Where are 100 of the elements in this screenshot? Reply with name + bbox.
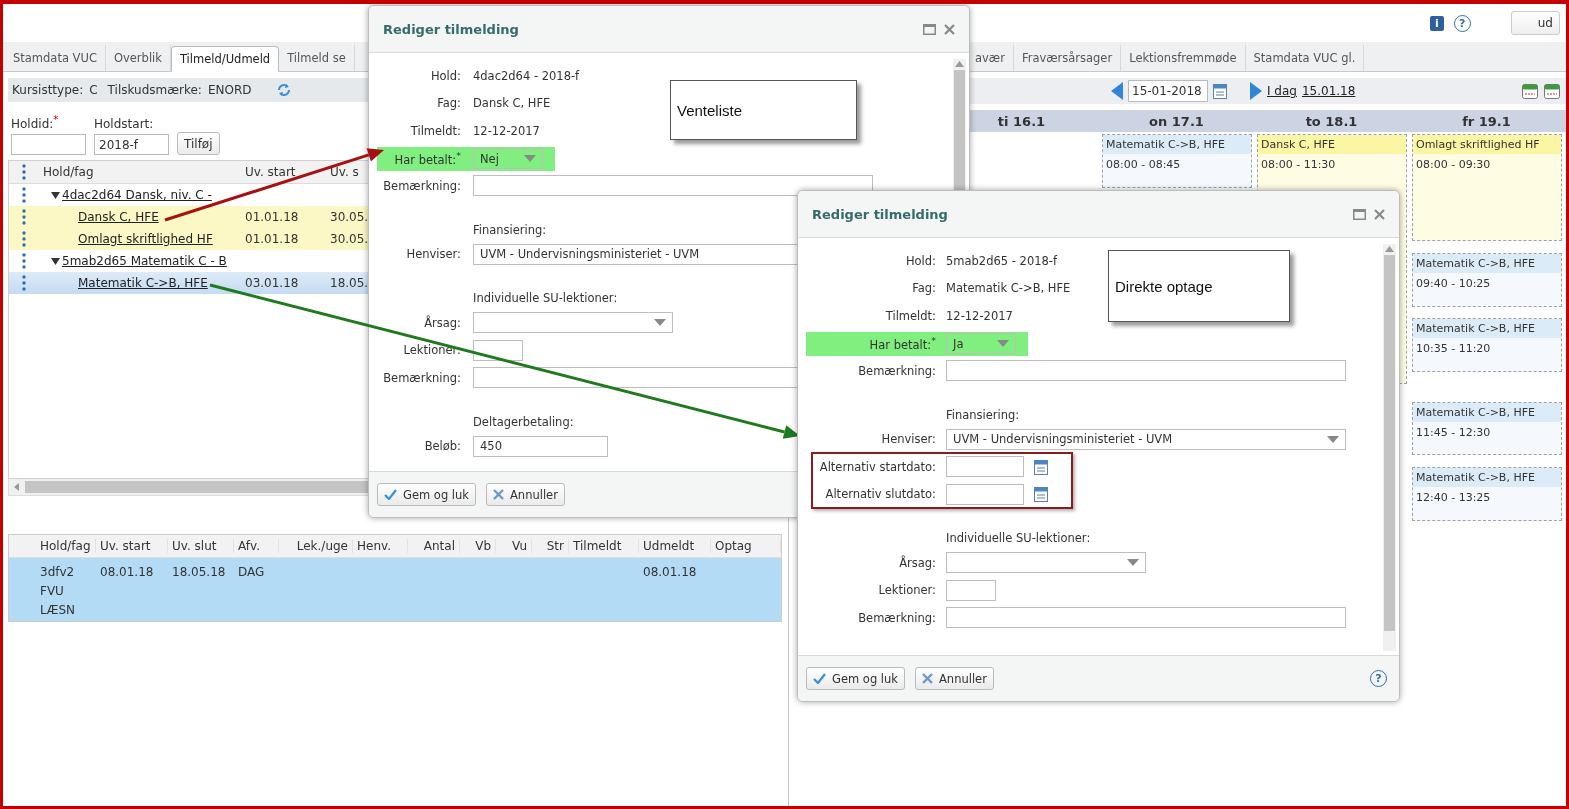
arrow-up-icon[interactable] — [1385, 246, 1394, 252]
dropdown[interactable]: UVM - Undervisningsministeriet - UVM — [946, 428, 1346, 450]
input-field[interactable] — [11, 134, 86, 155]
calendar-event[interactable]: Matematik C->B, HFE 11:45 - 12:30 — [1412, 401, 1562, 456]
column-header: Henv. — [353, 539, 408, 553]
input-field[interactable]: 2018-f — [94, 134, 169, 155]
today-link[interactable]: I dag — [1267, 84, 1297, 98]
field-label: Bemærkning: — [857, 363, 936, 378]
event-title: Matematik C->B, HFE — [1103, 135, 1251, 154]
section-heading: Finansiering: — [946, 407, 1020, 422]
input-field[interactable] — [946, 360, 1346, 382]
event-time: 10:35 - 11:20 — [1415, 341, 1492, 358]
field-label: Lektioner: — [877, 583, 936, 598]
dropdown[interactable] — [473, 312, 673, 334]
date-field[interactable]: 15-01-2018 — [1128, 80, 1208, 102]
refresh-icon[interactable] — [277, 83, 292, 97]
field-value: 4dac2d64 - 2018-f — [473, 68, 580, 83]
calendar-event[interactable]: Omlagt skriftlighed HF 08:00 - 09:30 — [1412, 134, 1562, 242]
previous-button[interactable] — [1111, 82, 1123, 100]
note-box: Direkte optage — [1108, 250, 1290, 322]
tab[interactable]: Lektionsfremmøde — [1121, 45, 1246, 71]
date-field[interactable] — [946, 456, 1024, 478]
field-label: Beløb: — [423, 439, 461, 454]
group-link[interactable]: 5mab2d65 Matematik C - B — [62, 254, 227, 268]
day-label: fr 19.1 — [1461, 113, 1512, 129]
group-link[interactable]: 4dac2d64 Dansk, niv. C - — [62, 188, 212, 202]
course-link[interactable]: Omlagt skriftlighed HF — [78, 232, 213, 246]
calendar-event[interactable]: Matematik C->B, HFE 10:35 - 11:20 — [1412, 318, 1562, 372]
caret-icon — [1327, 435, 1339, 443]
input-field[interactable] — [946, 607, 1346, 629]
calendar-event[interactable]: Matematik C->B, HFE 09:40 - 10:25 — [1412, 253, 1562, 307]
field-value: 5mab2d65 - 2018-f — [946, 253, 1058, 268]
calendar-icon[interactable] — [1544, 83, 1560, 99]
calendar-event[interactable]: Matematik C->B, HFE 12:40 - 13:25 — [1412, 467, 1562, 521]
arrow-up-icon[interactable] — [955, 61, 964, 67]
add-button[interactable]: Tilføj — [177, 132, 220, 155]
save-button[interactable]: Gem og luk — [377, 483, 476, 506]
table-cell-text: 30.05. — [329, 210, 370, 224]
maximize-icon[interactable] — [1353, 208, 1366, 220]
tab[interactable]: Tilmeld/Udmeld — [170, 46, 280, 72]
arrow-left-icon[interactable] — [13, 482, 21, 492]
next-button[interactable] — [1250, 82, 1262, 100]
table-cell-text: 01.01.18 — [244, 232, 300, 246]
event-title: Matematik C->B, HFE — [1413, 468, 1561, 488]
close-icon[interactable] — [1374, 208, 1385, 220]
close-icon[interactable] — [944, 23, 955, 35]
course-link[interactable]: Matematik C->B, HFE — [78, 276, 208, 290]
info-button[interactable]: i — [1429, 15, 1444, 31]
row-menu-icon[interactable] — [22, 231, 26, 247]
calendar-button[interactable] — [1034, 486, 1048, 503]
row-menu-icon[interactable] — [22, 209, 26, 225]
cancel-button[interactable]: Annuller — [915, 667, 994, 690]
triangle-down-icon[interactable] — [51, 190, 60, 200]
logout-button[interactable]: ud — [1510, 11, 1560, 35]
dropdown[interactable]: Nej — [473, 148, 543, 169]
input-field[interactable] — [473, 339, 523, 361]
row-menu-icon[interactable] — [22, 187, 26, 203]
date-link[interactable]: 15.01.18 — [1301, 84, 1356, 98]
field-label: Holdstart: — [94, 117, 155, 131]
row-menu-icon[interactable] — [22, 275, 26, 291]
calendar-button[interactable] — [1213, 83, 1227, 99]
course-link[interactable]: Dansk C, HFE — [78, 210, 159, 224]
tab[interactable]: Overblik — [105, 45, 171, 71]
date-field[interactable] — [946, 483, 1024, 505]
column-header: Uv. start — [96, 539, 168, 553]
field-label: Alternativ slutdato: — [824, 487, 936, 502]
dialog-title: Rediger tilmelding — [812, 206, 948, 222]
calendar-icon[interactable] — [1522, 83, 1538, 99]
cancel-button[interactable]: Annuller — [486, 483, 565, 506]
dropdown[interactable] — [946, 552, 1146, 574]
field-label: Bemærkning: — [382, 370, 461, 385]
row-menu-icon[interactable] — [22, 164, 26, 180]
caret-icon — [1127, 559, 1139, 567]
column-header: Str — [532, 539, 569, 553]
field-label: Kursisttype: — [12, 83, 84, 97]
field-label: Årsag: — [898, 555, 936, 570]
calendar-button[interactable] — [1034, 458, 1048, 475]
tab[interactable]: Stamdata VUC gl. — [1245, 45, 1365, 71]
input-field[interactable] — [473, 175, 873, 197]
row-menu-icon[interactable] — [22, 253, 26, 269]
input-field[interactable] — [946, 579, 996, 601]
tab[interactable]: Tilmeld se — [279, 45, 355, 71]
triangle-down-icon[interactable] — [51, 256, 60, 266]
calendar-event[interactable]: Matematik C->B, HFE 08:00 - 08:45 — [1102, 134, 1252, 188]
tab[interactable]: Fraværsårsager — [1013, 45, 1122, 71]
input-field[interactable]: 450 — [473, 435, 608, 457]
event-time: 11:45 - 12:30 — [1415, 424, 1492, 441]
event-title: Matematik C->B, HFE — [1413, 402, 1561, 422]
tab[interactable]: Stamdata VUC — [5, 45, 106, 71]
field-label: Årsag: — [423, 315, 461, 330]
check-icon — [384, 489, 397, 500]
field-value: Matematik C->B, HFE — [946, 281, 1071, 296]
field-value: ENORD — [207, 83, 252, 97]
field-label: Tilmeldt: — [884, 308, 936, 323]
scrollbar[interactable] — [1383, 244, 1396, 651]
table-row[interactable]: 3dfv2 FVU LÆSN 08.01.18 18.05.18 DAG 08.01.18 — [9, 558, 781, 621]
save-button[interactable]: Gem og luk — [806, 667, 905, 690]
field-label: Alternativ startdato: — [818, 459, 936, 474]
maximize-icon[interactable] — [923, 23, 936, 35]
dropdown[interactable]: Ja — [946, 333, 1016, 354]
